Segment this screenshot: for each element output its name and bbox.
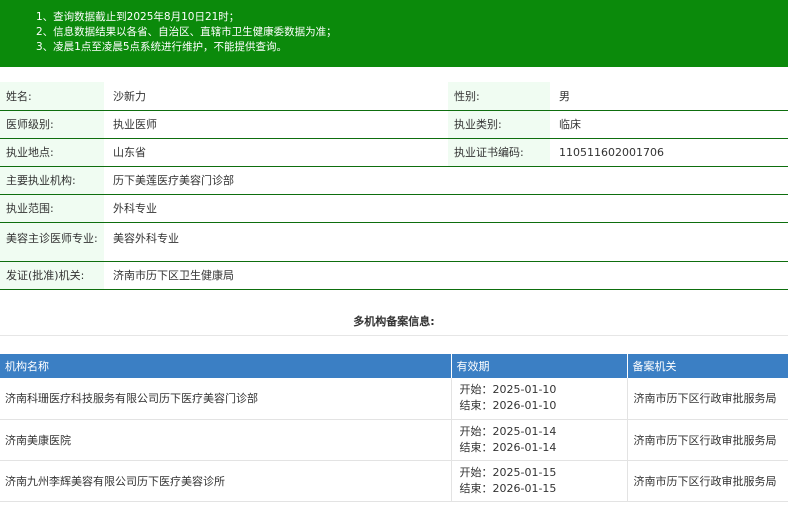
- org-name-cell: 济南九州李辉美容有限公司历下医疗美容诊所: [0, 460, 452, 502]
- notice-line: 2、信息数据结果以各省、自治区、直辖市卫生健康委数据为准；: [36, 26, 337, 38]
- notice-line: 3、凌晨1点至凌晨5点系统进行维护，不能提供查询。: [36, 41, 288, 53]
- issuer-value: 济南市历下区卫生健康局: [104, 261, 788, 290]
- start-label: 开始：: [459, 383, 493, 397]
- end-date: 2026-01-10: [492, 399, 557, 413]
- start-label: 开始：: [459, 424, 493, 438]
- notice-line: 1、查询数据截止到2025年8月10日21时；: [36, 11, 240, 23]
- period-cell: 开始：2025-01-15 结束：2026-01-15: [451, 460, 628, 502]
- agency-cell: 济南市历下区行政审批服务局: [627, 378, 788, 420]
- info-row: 执业地点: 山东省 执业证书编码: 110511602001706: [0, 138, 788, 167]
- multi-institution-title: 多机构备案信息:: [0, 308, 788, 336]
- end-label: 结束：: [459, 399, 493, 413]
- period-cell: 开始：2025-01-14 结束：2026-01-14: [451, 419, 628, 461]
- scope-value: 外科专业: [104, 194, 788, 223]
- doctor-info-table: 姓名: 沙新力 性别: 男 医师级别: 执业医师 执业类别: 临床 执业地点: …: [0, 82, 788, 290]
- name-value: 沙新力: [104, 82, 448, 111]
- table-row: 济南科珊医疗科技服务有限公司历下医疗美容门诊部 开始：2025-01-10 结束…: [0, 378, 788, 420]
- start-date: 2025-01-10: [492, 383, 557, 397]
- info-row: 发证(批准)机关: 济南市历下区卫生健康局: [0, 261, 788, 290]
- start-date: 2025-01-15: [492, 465, 557, 479]
- cosmetic-value: 美容外科专业: [104, 222, 788, 262]
- location-label: 执业地点:: [0, 138, 104, 167]
- end-date: 2026-01-15: [492, 481, 557, 495]
- scope-label: 执业范围:: [0, 194, 104, 223]
- category-value: 临床: [550, 110, 788, 139]
- agency-cell: 济南市历下区行政审批服务局: [627, 460, 788, 502]
- institution-value: 历下美莲医疗美容门诊部: [104, 166, 788, 195]
- end-label: 结束：: [459, 440, 493, 454]
- gender-label: 性别:: [448, 82, 550, 111]
- category-label: 执业类别:: [448, 110, 550, 139]
- notice-banner: 1、查询数据截止到2025年8月10日21时； 2、信息数据结果以各省、自治区、…: [0, 0, 788, 67]
- org-name-header: 机构名称: [0, 354, 452, 378]
- table-header-row: 机构名称 有效期 备案机关: [0, 354, 788, 378]
- start-date: 2025-01-14: [492, 424, 557, 438]
- end-date: 2026-01-14: [492, 440, 557, 454]
- end-label: 结束：: [459, 481, 493, 495]
- issuer-label: 发证(批准)机关:: [0, 261, 104, 290]
- info-row: 主要执业机构: 历下美莲医疗美容门诊部: [0, 166, 788, 195]
- info-row: 美容主诊医师专业: 美容外科专业: [0, 222, 788, 262]
- multi-institution-table: 机构名称 有效期 备案机关 济南科珊医疗科技服务有限公司历下医疗美容门诊部 开始…: [0, 354, 788, 502]
- info-row: 医师级别: 执业医师 执业类别: 临床: [0, 110, 788, 139]
- level-label: 医师级别:: [0, 110, 104, 139]
- location-value: 山东省: [104, 138, 448, 167]
- gender-value: 男: [550, 82, 788, 111]
- info-row: 执业范围: 外科专业: [0, 194, 788, 223]
- name-label: 姓名:: [0, 82, 104, 111]
- info-row: 姓名: 沙新力 性别: 男: [0, 82, 788, 111]
- level-value: 执业医师: [104, 110, 448, 139]
- period-header: 有效期: [451, 354, 628, 378]
- cert-value: 110511602001706: [550, 138, 788, 167]
- cert-label: 执业证书编码:: [448, 138, 550, 167]
- institution-label: 主要执业机构:: [0, 166, 104, 195]
- cosmetic-label: 美容主诊医师专业:: [0, 222, 104, 262]
- period-cell: 开始：2025-01-10 结束：2026-01-10: [451, 378, 628, 420]
- agency-header: 备案机关: [627, 354, 788, 378]
- org-name-cell: 济南科珊医疗科技服务有限公司历下医疗美容门诊部: [0, 378, 452, 420]
- org-name-cell: 济南美康医院: [0, 419, 452, 461]
- start-label: 开始：: [459, 465, 493, 479]
- agency-cell: 济南市历下区行政审批服务局: [627, 419, 788, 461]
- table-row: 济南九州李辉美容有限公司历下医疗美容诊所 开始：2025-01-15 结束：20…: [0, 460, 788, 502]
- table-row: 济南美康医院 开始：2025-01-14 结束：2026-01-14 济南市历下…: [0, 419, 788, 461]
